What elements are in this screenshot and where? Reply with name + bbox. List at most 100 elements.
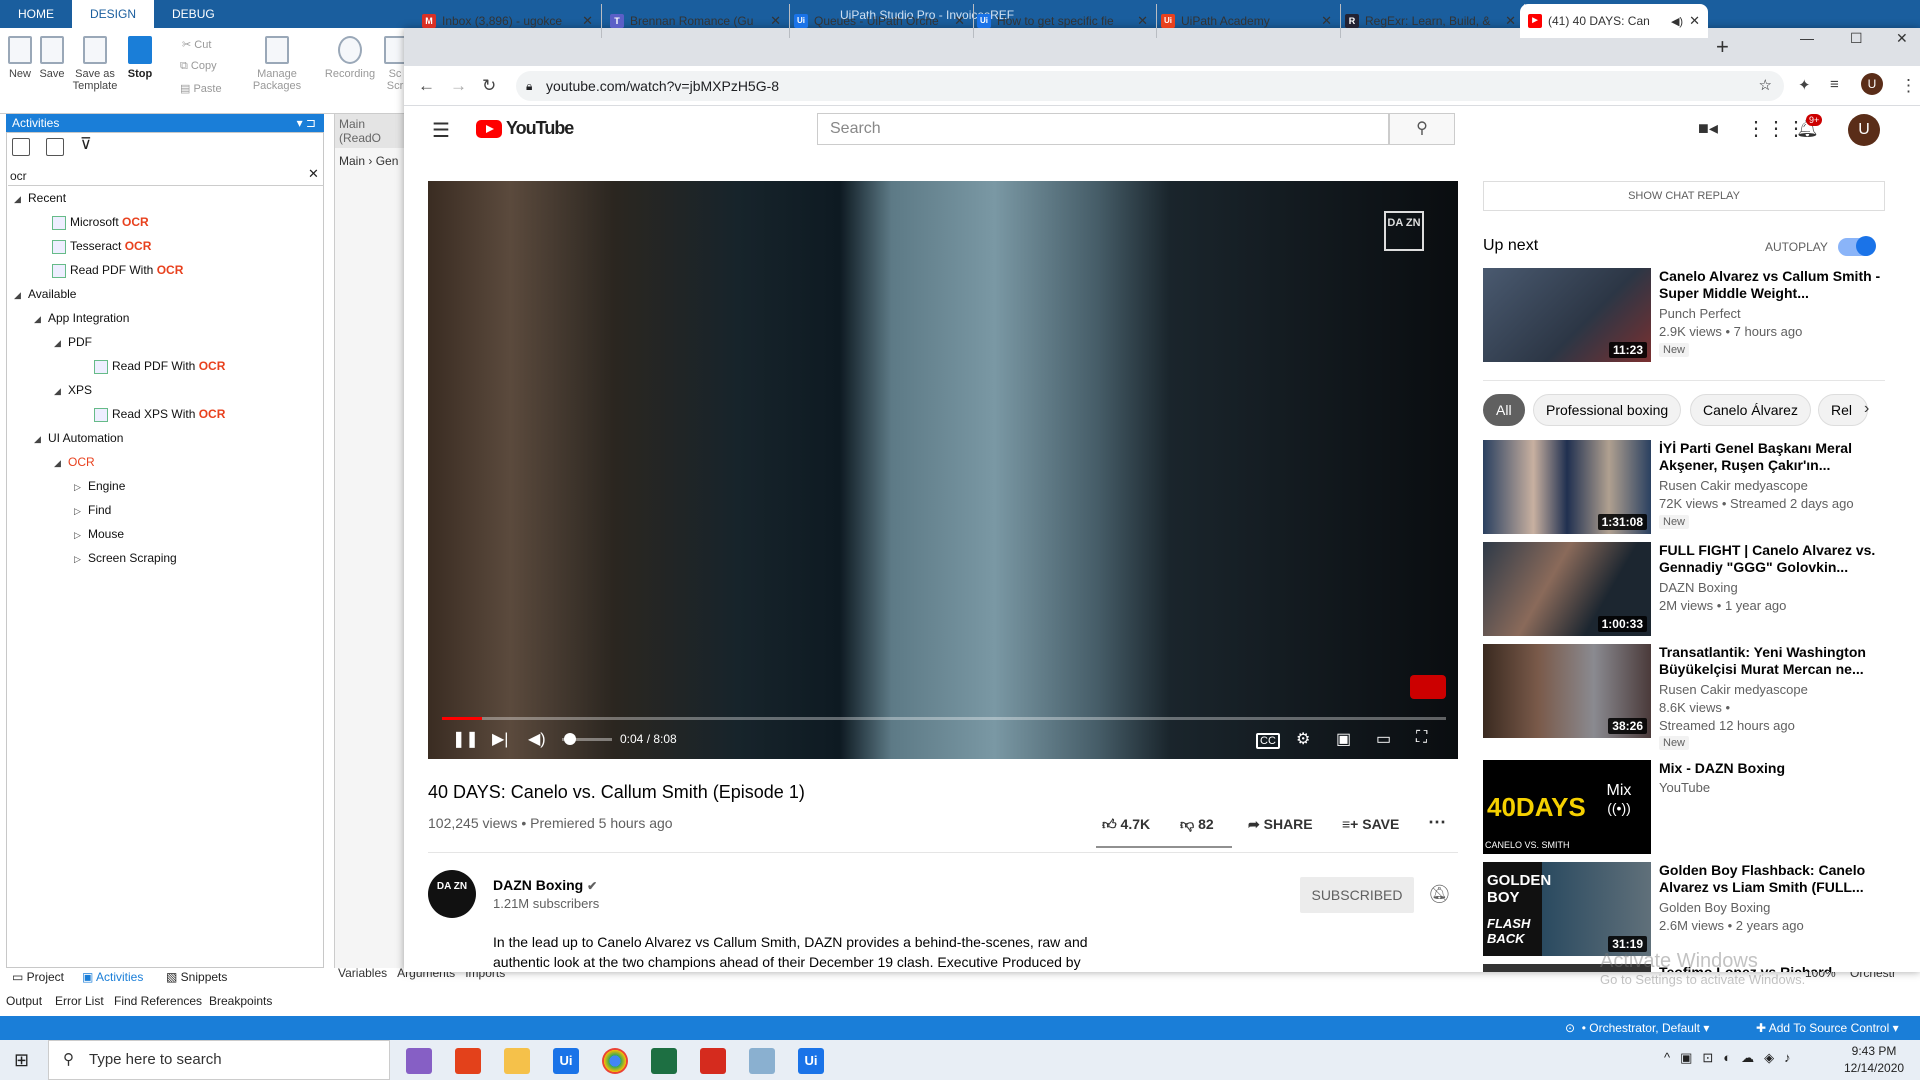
tree-engine[interactable]: ▷ Engine xyxy=(74,477,125,495)
recommendation-item[interactable]: GOLDEN BOY FLASH BACK 31:19 Golden Boy F… xyxy=(1483,862,1885,956)
video-thumbnail[interactable]: 1:31:08 xyxy=(1483,440,1651,534)
tree-available[interactable]: ◢ Available xyxy=(14,285,76,303)
manage-packages-button[interactable]: Manage Packages xyxy=(250,36,304,92)
miniplayer-icon[interactable]: ▣ xyxy=(1336,729,1351,749)
stop-button[interactable]: Stop xyxy=(122,36,158,80)
tree-item-read-pdf-ocr[interactable]: Read PDF With OCR xyxy=(94,357,225,375)
acrobat-icon[interactable] xyxy=(700,1048,726,1074)
video-thumbnail[interactable]: 11:23 xyxy=(1483,268,1651,362)
url-input[interactable]: 🔒︎ youtube.com/watch?v=jbMXPzH5G-8 ☆ xyxy=(516,71,1784,101)
close-tab-icon[interactable]: ✕ xyxy=(1321,13,1332,29)
dislike-button[interactable]: 👎︎ 82 xyxy=(1180,816,1214,833)
tree-screen-scraping[interactable]: ▷ Screen Scraping xyxy=(74,549,177,567)
clear-search-icon[interactable]: ✕ xyxy=(308,166,319,182)
tree-item-tesseract-ocr[interactable]: Tesseract OCR xyxy=(52,237,151,255)
hamburger-menu-icon[interactable]: ☰ xyxy=(432,118,450,143)
system-tray-icons[interactable]: ^▣⊡◐☁◈♪ xyxy=(1664,1050,1801,1066)
tree-item-read-xps-ocr[interactable]: Read XPS With OCR xyxy=(94,405,225,423)
chrome-menu-icon[interactable]: ⋮ xyxy=(1900,76,1917,96)
close-tab-icon[interactable]: ✕ xyxy=(1137,13,1148,29)
notification-off-icon[interactable]: 🔕︎ xyxy=(1428,884,1451,905)
save-button[interactable]: ≡+ SAVE xyxy=(1342,816,1399,832)
chevron-right-icon[interactable]: › xyxy=(1864,400,1869,418)
paste-button[interactable]: ▤ Paste xyxy=(180,82,222,95)
project-tab[interactable]: ▭ Project xyxy=(12,970,64,984)
uipath-studio-icon[interactable]: Ui xyxy=(553,1048,579,1074)
close-tab-icon[interactable]: ✕ xyxy=(1505,13,1516,29)
notepad-icon[interactable] xyxy=(749,1048,775,1074)
windows-start-icon[interactable]: ⊞ xyxy=(14,1050,29,1071)
save-as-template-button[interactable]: Save as Template xyxy=(72,36,118,92)
browser-tab-forum[interactable]: Ui How to get specific fie ✕ xyxy=(969,4,1157,38)
volume-knob[interactable] xyxy=(564,733,576,745)
audio-playing-icon[interactable]: ◀) xyxy=(1671,15,1683,28)
pin-icon[interactable]: ▾ ⊐ xyxy=(297,114,316,132)
video-player[interactable] xyxy=(428,181,1458,759)
youtube-logo[interactable]: YouTube xyxy=(476,118,574,139)
cut-button[interactable]: ✂ Cut xyxy=(182,38,211,51)
reload-icon[interactable]: ↻ xyxy=(482,76,496,96)
show-chat-replay-button[interactable]: SHOW CHAT REPLAY xyxy=(1483,181,1885,211)
filter-icon[interactable]: ⊽ xyxy=(80,137,98,156)
close-tab-icon[interactable]: ✕ xyxy=(582,13,593,29)
captions-icon[interactable]: CC xyxy=(1256,733,1280,749)
youtube-watch-icon[interactable] xyxy=(1410,675,1446,699)
fullscreen-icon[interactable]: ⛶ xyxy=(1416,729,1427,747)
browser-tab-regexr[interactable]: R RegExr: Learn, Build, & ✕ xyxy=(1337,4,1525,38)
output-tab[interactable]: Output xyxy=(6,994,42,1008)
copy-button[interactable]: ⧉ Copy xyxy=(180,60,217,73)
snippets-tab[interactable]: ▧ Snippets xyxy=(166,970,227,984)
tree-app-integration[interactable]: ◢ App Integration xyxy=(34,309,129,327)
clock[interactable]: 9:43 PM 12/14/2020 xyxy=(1844,1043,1904,1077)
tree-recent[interactable]: ◢ Recent xyxy=(14,189,66,207)
more-actions-icon[interactable]: ⋯ xyxy=(1428,812,1446,833)
designer-tab[interactable]: Main (ReadO xyxy=(335,114,410,148)
video-thumbnail[interactable]: 38:26 xyxy=(1483,644,1651,738)
screen-scraping-button[interactable]: Sc Scr xyxy=(384,36,406,92)
tree-mouse[interactable]: ▷ Mouse xyxy=(74,525,124,543)
media-control-icon[interactable]: ≡ xyxy=(1830,76,1839,93)
chip-professional-boxing[interactable]: Professional boxing xyxy=(1533,394,1682,426)
pause-icon[interactable]: ❚❚ xyxy=(452,729,479,749)
orchestrator-status[interactable]: ⊙ • Orchestrator, Default ▾ xyxy=(1565,1021,1709,1035)
tree-item-read-pdf-ocr-recent[interactable]: Read PDF With OCR xyxy=(52,261,183,279)
chip-related[interactable]: Rel xyxy=(1818,394,1868,426)
find-references-tab[interactable]: Find References xyxy=(114,994,202,1008)
theater-mode-icon[interactable]: ▭ xyxy=(1376,729,1391,749)
recommendation-item[interactable]: 40DAYS CANELO VS. SMITH Mix ((•)) Mix - D… xyxy=(1483,760,1885,854)
chip-canelo-alvarez[interactable]: Canelo Álvarez xyxy=(1690,394,1811,426)
progress-bar[interactable] xyxy=(442,717,1446,720)
browser-tab-teams[interactable]: T Brennan Romance (Gu ✕ xyxy=(602,4,790,38)
office-icon[interactable] xyxy=(455,1048,481,1074)
recommendation-item[interactable]: 38:26 Transatlantik: Yeni Washington Büy… xyxy=(1483,644,1885,750)
chrome-icon[interactable] xyxy=(602,1048,628,1074)
source-control-button[interactable]: ✚ Add To Source Control ▾ xyxy=(1756,1021,1899,1035)
tree-ui-automation[interactable]: ◢ UI Automation xyxy=(34,429,123,447)
minimize-button[interactable]: — xyxy=(1800,30,1814,46)
volume-icon[interactable]: ◀) xyxy=(528,729,546,749)
uipath-robot-icon[interactable]: Ui xyxy=(798,1048,824,1074)
channel-avatar[interactable]: DA ZN xyxy=(428,870,476,918)
user-avatar[interactable]: U xyxy=(1848,114,1880,146)
video-thumbnail[interactable]: GOLDEN BOY FLASH BACK 31:19 xyxy=(1483,862,1651,956)
subscribe-button[interactable]: SUBSCRIBED xyxy=(1300,877,1414,913)
activities-tab[interactable]: ▣ Activities xyxy=(82,970,143,984)
collapse-all-icon[interactable] xyxy=(46,138,64,156)
next-icon[interactable]: ▶| xyxy=(492,729,508,749)
tab-design[interactable]: DESIGN xyxy=(72,0,155,28)
browser-tab-gmail[interactable]: M Inbox (3,896) - ugokce ✕ xyxy=(414,4,602,38)
activities-search-input[interactable]: ocr xyxy=(8,166,324,186)
tab-debug[interactable]: DEBUG xyxy=(154,0,233,28)
file-explorer-icon[interactable] xyxy=(504,1048,530,1074)
like-button[interactable]: 👍︎ 4.7K xyxy=(1102,816,1150,833)
extensions-icon[interactable]: ✦ xyxy=(1798,76,1811,94)
maximize-button[interactable]: ☐ xyxy=(1850,30,1863,47)
tree-xps[interactable]: ◢ XPS xyxy=(54,381,92,399)
chip-all[interactable]: All xyxy=(1483,394,1525,426)
new-tab-button[interactable]: + xyxy=(1716,34,1729,60)
excel-icon[interactable] xyxy=(651,1048,677,1074)
visual-studio-icon[interactable] xyxy=(406,1048,432,1074)
tab-home[interactable]: HOME xyxy=(0,0,72,28)
profile-avatar[interactable]: U xyxy=(1861,73,1883,95)
recording-button[interactable]: Recording xyxy=(322,36,378,80)
